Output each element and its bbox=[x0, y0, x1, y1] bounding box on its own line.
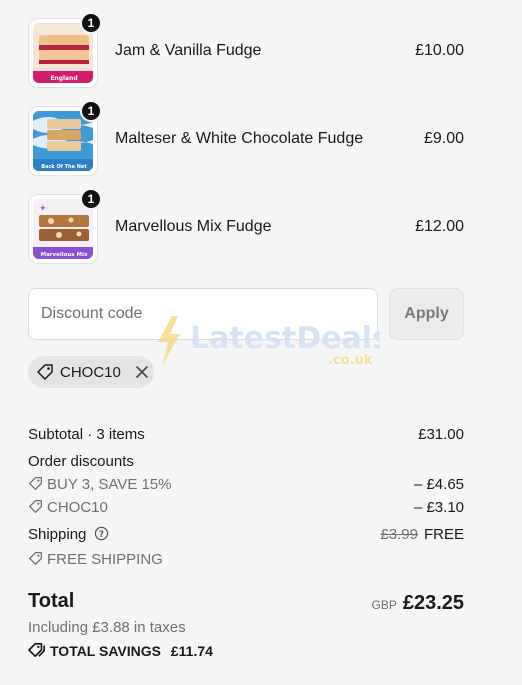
applied-code-label: CHOC10 bbox=[60, 363, 121, 381]
line-item: ✦ Marvellous Mix 1 Marvellous Mix Fudge … bbox=[28, 188, 464, 264]
shipping-value: FREE bbox=[423, 526, 464, 543]
svg-text:✦: ✦ bbox=[39, 204, 47, 214]
quantity-badge: 1 bbox=[80, 12, 102, 34]
discount-value: – £3.10 bbox=[413, 499, 464, 516]
tag-icon bbox=[29, 477, 42, 490]
shipping-original-price: £3.99 bbox=[380, 526, 418, 543]
taxes-note: Including £3.88 in taxes bbox=[28, 619, 186, 636]
shipping-label: Shipping bbox=[28, 526, 87, 543]
shipping-discount-row: FREE SHIPPING bbox=[28, 551, 464, 568]
tag-icon bbox=[29, 552, 42, 565]
total-label: Total bbox=[28, 590, 75, 612]
help-icon[interactable]: ? bbox=[94, 526, 109, 541]
subtotal-row: Subtotal · 3 items £31.00 bbox=[28, 426, 464, 443]
item-name: Jam & Vanilla Fudge bbox=[115, 42, 262, 59]
discount-label: BUY 3, SAVE 15% bbox=[47, 476, 172, 493]
total-savings-label: TOTAL SAVINGS bbox=[50, 643, 161, 659]
shipping-row: Shipping ? £3.99 FREE bbox=[28, 526, 464, 543]
svg-text:.co.uk: .co.uk bbox=[328, 353, 373, 368]
discount-label: CHOC10 bbox=[47, 499, 108, 516]
item-price: £10.00 bbox=[415, 42, 464, 59]
thumb-label: England bbox=[50, 75, 77, 82]
item-name: Marvellous Mix Fudge bbox=[115, 218, 272, 235]
order-discounts-label: Order discounts bbox=[28, 453, 134, 470]
total-value: £23.25 bbox=[402, 592, 464, 614]
discount-row: BUY 3, SAVE 15% – £4.65 bbox=[28, 476, 464, 493]
tag-icon bbox=[37, 364, 53, 380]
tag-icon bbox=[28, 642, 45, 658]
apply-button[interactable]: Apply bbox=[389, 288, 464, 340]
item-price: £12.00 bbox=[415, 218, 464, 235]
discount-value: – £4.65 bbox=[413, 476, 464, 493]
subtotal-value: £31.00 bbox=[418, 426, 464, 443]
watermark-logo: LatestDeals .co.uk bbox=[158, 316, 380, 368]
subtotal-label: Subtotal · 3 items bbox=[28, 426, 145, 443]
total-savings-row: TOTAL SAVINGS £11.74 bbox=[28, 642, 464, 659]
svg-text:LatestDeals: LatestDeals bbox=[190, 321, 380, 356]
total-savings-value: £11.74 bbox=[170, 643, 213, 659]
thumb-label: Back Of The Net bbox=[41, 164, 87, 170]
thumb-label: Marvellous Mix bbox=[41, 252, 88, 258]
total-row: Total GBP £23.25 bbox=[28, 590, 464, 614]
item-price: £9.00 bbox=[423, 130, 464, 147]
line-item: Back Of The Net 1 Malteser & White Choco… bbox=[28, 100, 464, 176]
line-item: England 1 Jam & Vanilla Fudge £10.00 bbox=[28, 12, 464, 88]
remove-code-icon[interactable] bbox=[135, 365, 149, 379]
applied-code-tag: CHOC10 bbox=[28, 356, 154, 388]
quantity-badge: 1 bbox=[80, 188, 102, 210]
tag-icon bbox=[29, 500, 42, 513]
discount-row: CHOC10 – £3.10 bbox=[28, 499, 464, 516]
svg-text:?: ? bbox=[99, 529, 104, 539]
order-discounts-row: Order discounts bbox=[28, 453, 464, 470]
quantity-badge: 1 bbox=[80, 100, 102, 122]
shipping-discount-label: FREE SHIPPING bbox=[47, 551, 163, 568]
item-name: Malteser & White Chocolate Fudge bbox=[115, 130, 364, 147]
currency-code: GBP bbox=[371, 598, 397, 612]
